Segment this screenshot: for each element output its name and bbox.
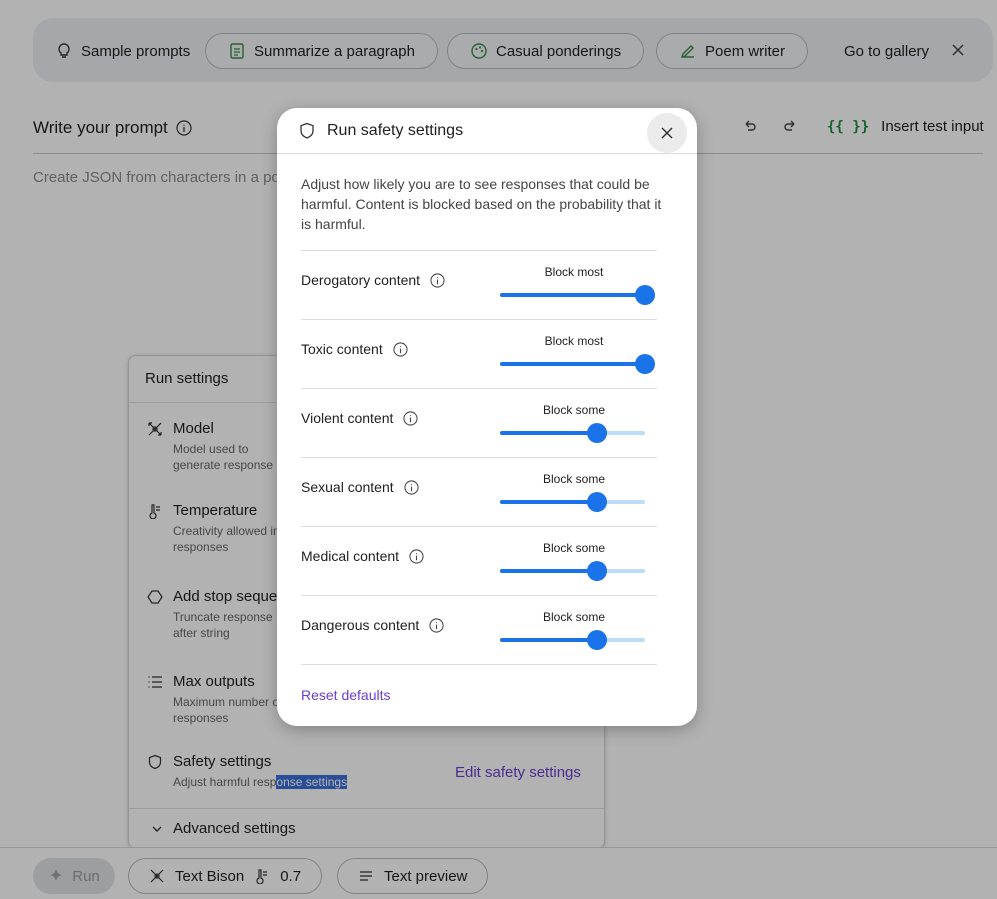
block-level-slider[interactable] — [500, 285, 655, 305]
info-icon[interactable] — [409, 548, 424, 564]
safety-setting-row: Toxic content Block most — [301, 319, 657, 388]
reset-defaults-button[interactable]: Reset defaults — [301, 687, 391, 703]
safety-setting-label: Dangerous content — [301, 617, 444, 633]
info-icon[interactable] — [403, 410, 418, 426]
slider-thumb[interactable] — [635, 354, 655, 374]
slider-thumb[interactable] — [635, 285, 655, 305]
safety-setting-label: Sexual content — [301, 479, 419, 495]
safety-settings-dialog: Run safety settings Adjust how likely yo… — [277, 108, 697, 726]
info-icon[interactable] — [393, 341, 408, 357]
block-level-slider[interactable] — [500, 561, 645, 581]
safety-setting-label: Derogatory content — [301, 272, 445, 288]
safety-setting-label: Violent content — [301, 410, 418, 426]
safety-setting-row: Violent content Block some — [301, 388, 657, 457]
safety-setting-row: Derogatory content Block most — [301, 250, 657, 319]
block-level-slider[interactable] — [500, 354, 655, 374]
dialog-description: Adjust how likely you are to see respons… — [301, 176, 662, 232]
shield-icon — [300, 122, 314, 139]
block-level-label: Block some — [542, 472, 606, 486]
block-level-label: Block some — [542, 403, 606, 417]
slider-fill — [500, 500, 597, 504]
divider — [301, 664, 657, 665]
slider-thumb[interactable] — [586, 630, 607, 650]
block-level-label: Block some — [542, 610, 606, 624]
safety-setting-row: Medical content Block some — [301, 526, 657, 595]
dialog-title: Run safety settings — [327, 122, 464, 139]
block-level-slider[interactable] — [500, 492, 645, 512]
safety-setting-label: Medical content — [301, 548, 424, 564]
safety-setting-label: Toxic content — [301, 341, 408, 357]
block-level-label: Block some — [542, 541, 606, 555]
info-icon[interactable] — [404, 479, 419, 495]
close-icon — [661, 127, 673, 139]
block-level-label: Block most — [544, 334, 604, 348]
slider-fill — [500, 431, 597, 435]
slider-thumb[interactable] — [586, 492, 607, 512]
dialog-header: Run safety settings — [277, 108, 697, 154]
dialog-close-button[interactable] — [647, 113, 687, 153]
block-level-slider[interactable] — [500, 423, 645, 443]
info-icon[interactable] — [429, 617, 444, 633]
block-level-slider[interactable] — [500, 630, 645, 650]
info-icon[interactable] — [430, 272, 445, 288]
slider-fill — [500, 638, 597, 642]
safety-setting-row: Sexual content Block some — [301, 457, 657, 526]
safety-setting-row: Dangerous content Block some — [301, 595, 657, 664]
slider-fill — [500, 569, 597, 573]
block-level-label: Block most — [544, 265, 604, 279]
slider-fill — [500, 293, 645, 297]
slider-thumb[interactable] — [586, 561, 607, 581]
slider-fill — [500, 362, 645, 366]
slider-thumb[interactable] — [586, 423, 607, 443]
